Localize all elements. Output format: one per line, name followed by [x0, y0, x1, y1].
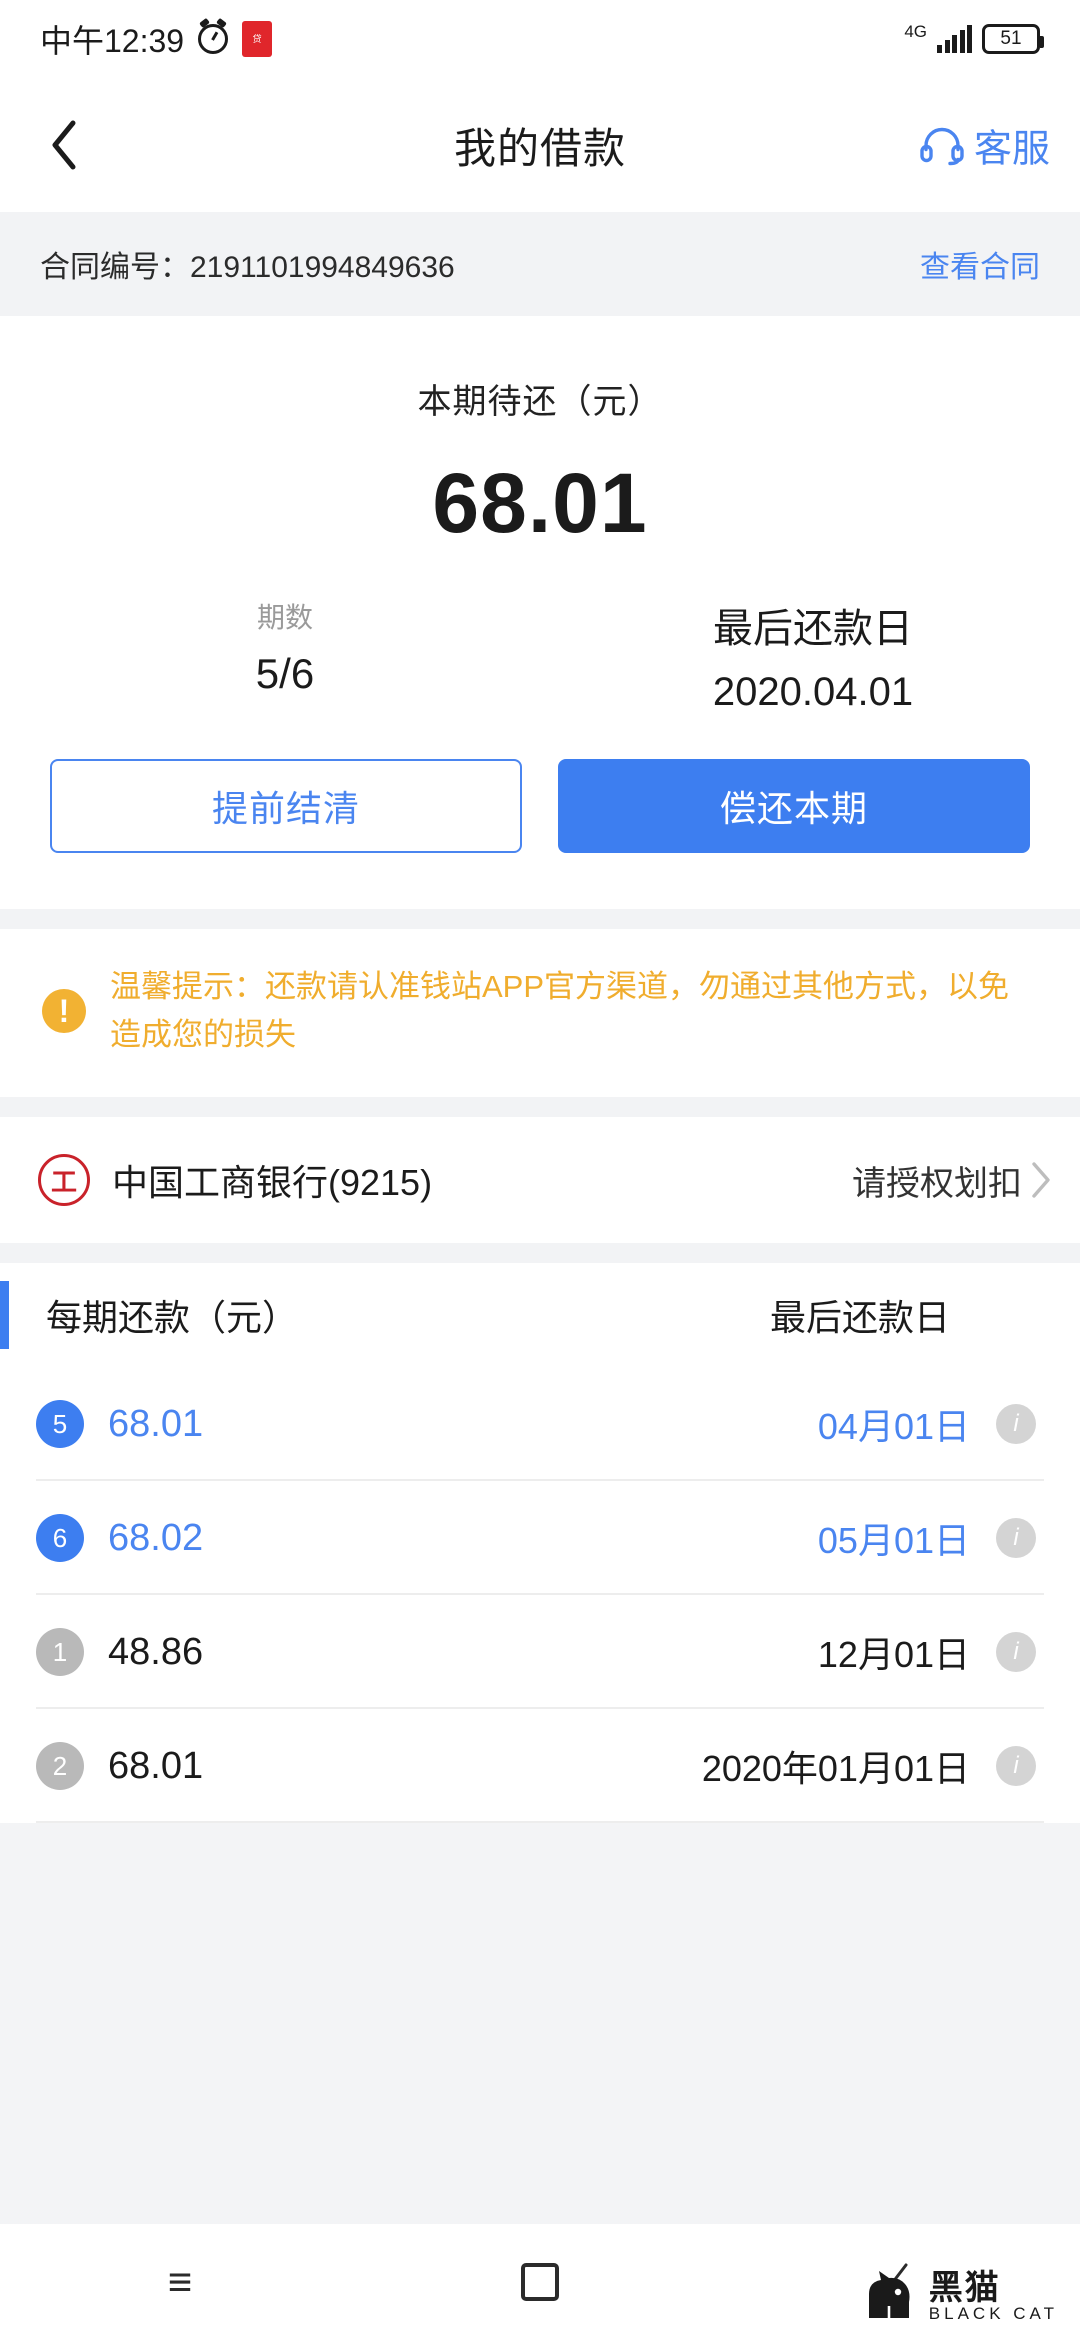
- status-bar-right: 4G 51: [904, 21, 1044, 54]
- status-time: 中午12:39: [40, 23, 185, 59]
- page-title: 我的借款: [453, 124, 626, 172]
- installment-date: 05月01日: [817, 1520, 970, 1562]
- term-block: 期数 5/6: [30, 596, 540, 715]
- info-icon[interactable]: i: [996, 1746, 1036, 1787]
- nav-home-button[interactable]: [360, 2263, 720, 2301]
- app-header: 我的借款 客服: [0, 78, 1080, 212]
- installment-amount: 68.02: [108, 1516, 204, 1559]
- summary-card: 本期待还（元） 68.01 期数 5/6 最后还款日 2020.04.01 提前…: [0, 316, 1080, 909]
- summary-meta-row: 期数 5/6 最后还款日 2020.04.01: [0, 596, 1080, 715]
- watermark-text: 黑猫 BLACK CAT: [929, 2271, 1058, 2323]
- bank-name: 中国工商银行(9215): [112, 1162, 433, 1204]
- contract-bar: 合同编号：2191101994849636 查看合同: [0, 212, 1080, 316]
- back-chevron-icon[interactable]: [34, 115, 94, 175]
- action-button-row: 提前结清 偿还本期: [0, 715, 1080, 899]
- signal-bars-icon: [937, 25, 972, 53]
- installment-date: 04月01日: [817, 1406, 970, 1448]
- installment-number-badge: 5: [36, 1400, 84, 1449]
- repay-current-button[interactable]: 偿还本期: [558, 759, 1030, 853]
- bank-row-right: 请授权划扣: [852, 1156, 1052, 1205]
- schedule-header: 每期还款（元） 最后还款日: [0, 1263, 1080, 1368]
- menu-icon: ≡: [167, 2258, 193, 2305]
- nav-recents-button[interactable]: ≡: [0, 2261, 360, 2303]
- bank-card-row[interactable]: 工 中国工商银行(9215) 请授权划扣: [0, 1117, 1080, 1244]
- table-row[interactable]: 1 48.86 12月01日 i: [0, 1595, 1080, 1710]
- warning-tip: ! 温馨提示：还款请认准钱站APP官方渠道，勿通过其他方式，以免造成您的损失: [0, 929, 1080, 1098]
- info-icon[interactable]: i: [996, 1518, 1036, 1559]
- home-square-icon: [521, 2263, 559, 2301]
- customer-service-button[interactable]: 客服: [920, 118, 1050, 173]
- due-date-value: 2020.04.01: [712, 670, 914, 714]
- app-screen: 中午12:39 贷 4G 51 我的借款 客服 合同编号：21911019948…: [0, 0, 1080, 2340]
- term-label: 期数: [256, 602, 313, 633]
- headset-icon: [920, 127, 964, 165]
- bank-auth-status: 请授权划扣: [852, 1164, 1022, 1203]
- installment-date: 2020年01月01日: [701, 1748, 970, 1790]
- section-divider-3: [0, 1243, 1080, 1264]
- battery-icon: 51: [982, 24, 1044, 54]
- installment-date: 12月01日: [817, 1634, 970, 1676]
- black-cat-logo-icon: [868, 2271, 910, 2318]
- installment-amount: 48.86: [108, 1630, 204, 1673]
- table-row[interactable]: 6 68.02 05月01日 i: [0, 1481, 1080, 1596]
- term-value: 5/6: [255, 650, 315, 697]
- watermark-cn: 黑猫: [928, 2269, 1001, 2307]
- warning-tip-text: 温馨提示：还款请认准钱站APP官方渠道，勿通过其他方式，以免造成您的损失: [110, 969, 1010, 1053]
- watermark: 黑猫 BLACK CAT: [859, 2268, 1058, 2326]
- customer-service-label: 客服: [973, 128, 1050, 171]
- info-icon[interactable]: i: [996, 1404, 1036, 1445]
- table-row[interactable]: 5 68.01 04月01日 i: [0, 1367, 1080, 1482]
- due-amount-label: 本期待还（元）: [417, 383, 663, 421]
- info-icon[interactable]: i: [996, 1632, 1036, 1673]
- early-settle-button[interactable]: 提前结清: [50, 759, 522, 853]
- red-app-icon: 贷: [242, 21, 273, 57]
- installment-amount: 68.01: [108, 1402, 204, 1445]
- table-row[interactable]: 2 68.01 2020年01月01日 i: [0, 1709, 1080, 1824]
- installment-number-badge: 6: [36, 1514, 84, 1563]
- due-date-label: 最后还款日: [713, 607, 913, 651]
- section-divider: [0, 909, 1080, 929]
- system-navigation-bar: ≡ 黑猫 BLACK CAT: [0, 2224, 1080, 2340]
- status-bar: 中午12:39 贷 4G 51: [0, 0, 1080, 78]
- network-type-label: 4G: [904, 21, 927, 41]
- section-divider-2: [0, 1097, 1080, 1118]
- chevron-right-icon: [1032, 1162, 1050, 1198]
- view-contract-link[interactable]: 查看合同: [920, 242, 1040, 286]
- installment-number-badge: 1: [36, 1628, 84, 1677]
- schedule-date-column-header: 最后还款日: [769, 1297, 950, 1339]
- installment-amount: 68.01: [108, 1744, 204, 1787]
- due-amount-value: 68.01: [432, 456, 648, 550]
- alarm-clock-icon: [198, 24, 229, 54]
- status-bar-left: 中午12:39 贷: [40, 16, 273, 62]
- icbc-bank-icon: 工: [38, 1154, 90, 1207]
- contract-number: 合同编号：2191101994849636: [40, 251, 455, 284]
- watermark-en: BLACK CAT: [928, 2304, 1058, 2323]
- installment-number-badge: 2: [36, 1742, 84, 1791]
- warning-exclamation-icon: !: [42, 989, 86, 1034]
- schedule-amount-column-header: 每期还款（元）: [46, 1297, 299, 1339]
- due-date-block: 最后还款日 2020.04.01: [558, 596, 1068, 715]
